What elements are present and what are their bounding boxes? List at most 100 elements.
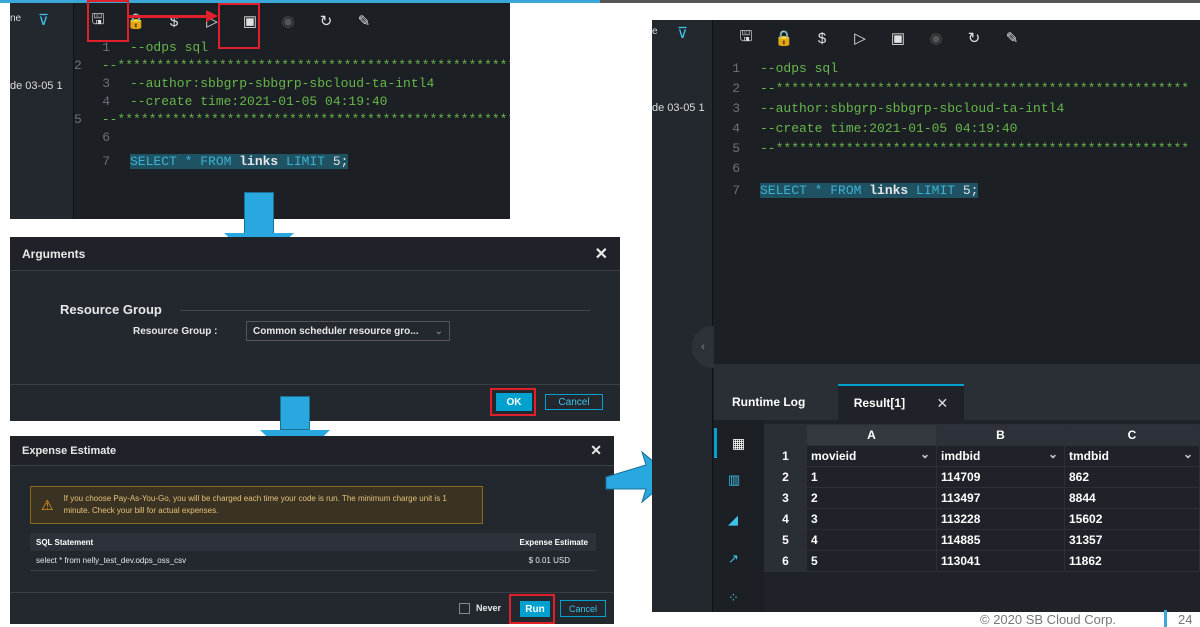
data-cell[interactable]: 4 xyxy=(806,529,937,551)
data-cell[interactable]: 114885 xyxy=(936,529,1065,551)
code-area[interactable]: 1 --odps sql 2 --**************************… xyxy=(74,38,510,170)
filter-icon[interactable]: ⊽ xyxy=(677,24,688,42)
run-highlight-2 xyxy=(509,594,555,624)
resource-group-label: Resource Group : xyxy=(133,326,218,337)
data-cell[interactable]: 113041 xyxy=(936,550,1065,572)
run-icon[interactable]: ▷ xyxy=(852,30,868,47)
close-icon[interactable]: ✕ xyxy=(937,395,949,412)
collapse-handle[interactable]: ‹ xyxy=(692,326,714,368)
code-text: --author:sbbgrp-sbbgrp-sbcloud-ta-intl4 xyxy=(760,100,1065,116)
grid-view-icon[interactable]: ▦ xyxy=(714,428,760,458)
area-chart-icon[interactable]: ◢ xyxy=(728,512,738,528)
format-icon[interactable]: ✎ xyxy=(1004,30,1020,47)
code-line: 6 xyxy=(74,128,510,146)
chevron-down-icon[interactable]: ⌄ xyxy=(1048,447,1058,461)
data-cell[interactable]: 113228 xyxy=(936,508,1065,530)
row-number-cell[interactable]: 6 xyxy=(764,550,807,572)
code-line: 1 --odps sql xyxy=(74,38,510,56)
code-text: --**************************************… xyxy=(760,80,1190,96)
tab-runtime-log[interactable]: Runtime Log xyxy=(732,395,805,409)
table-row[interactable]: 3 2 113497 8844 xyxy=(764,487,1200,509)
data-cell[interactable]: 862 xyxy=(1064,466,1200,488)
row-number-cell[interactable]: 5 xyxy=(764,529,807,551)
estimate-column-header: Expense Estimate xyxy=(519,537,588,547)
cancel-button[interactable]: Cancel xyxy=(545,394,603,410)
filter-icon[interactable]: ⊽ xyxy=(38,11,49,29)
code-text: --**************************************… xyxy=(101,57,510,73)
code-text: --create time:2021-01-05 04:19:40 xyxy=(760,120,1018,136)
table-row: select * from nelly_test_dev.odps_oss_cs… xyxy=(30,551,596,571)
chevron-down-icon[interactable]: ⌄ xyxy=(920,447,930,461)
warning-box: ⚠ If you choose Pay-As-You-Go, you will … xyxy=(30,486,483,524)
save-highlight xyxy=(87,0,129,42)
footer-divider xyxy=(10,384,620,385)
code-area[interactable]: 1 --odps sql 2 --**************************… xyxy=(714,58,1200,200)
data-cell[interactable]: 8844 xyxy=(1064,487,1200,509)
stop-icon[interactable]: ◉ xyxy=(928,30,944,47)
flow-arrow-down-1 xyxy=(244,192,274,234)
table-row[interactable]: 4 3 113228 15602 xyxy=(764,508,1200,530)
row-number-cell[interactable]: 3 xyxy=(764,487,807,509)
data-cell[interactable]: imdbid ⌄ xyxy=(936,445,1065,467)
tab-fragment: e xyxy=(652,26,658,37)
save-icon[interactable]: 🖫 xyxy=(738,28,754,46)
file-date: de 03-05 1 xyxy=(652,102,705,114)
bar-chart-icon[interactable]: ▥ xyxy=(728,472,740,488)
line-number: 6 xyxy=(102,129,110,145)
corner-cell xyxy=(764,424,807,446)
chevron-down-icon: ⌄ xyxy=(434,325,443,337)
run-args-icon[interactable]: ▣ xyxy=(890,30,906,47)
line-number: 6 xyxy=(732,160,740,176)
data-cell[interactable]: 5 xyxy=(806,550,937,572)
lock-icon[interactable]: 🔒 xyxy=(775,30,794,47)
table-row[interactable]: 6 5 113041 11862 xyxy=(764,550,1200,572)
column-header: B xyxy=(936,424,1065,446)
chevron-down-icon[interactable]: ⌄ xyxy=(1183,447,1193,461)
editor-toolbar: 🖫 🔒 $ ▷ ▣ ◉ ↻ ✎ xyxy=(738,26,1020,50)
cancel-button[interactable]: Cancel xyxy=(560,600,606,617)
line-chart-icon[interactable]: ↗ xyxy=(728,551,739,567)
tab-result[interactable]: Result[1] ✕ xyxy=(838,384,964,420)
expense-table: SQL Statement Expense Estimate select * … xyxy=(30,533,596,571)
data-cell[interactable]: movieid ⌄ xyxy=(806,445,937,467)
results-panel: Runtime Log Result[1] ✕ ▦ ▥ ◢ ↗ ⁘ A B C … xyxy=(714,364,1200,612)
data-cell[interactable]: 1 xyxy=(806,466,937,488)
data-cell[interactable]: 31357 xyxy=(1064,529,1200,551)
data-cell[interactable]: 2 xyxy=(806,487,937,509)
run-highlight xyxy=(218,3,260,49)
refresh-icon[interactable]: ↻ xyxy=(318,13,334,30)
line-number: 4 xyxy=(102,93,110,109)
code-line: 2 --*************************************… xyxy=(74,56,510,74)
data-cell[interactable]: 11862 xyxy=(1064,550,1200,572)
footer-divider xyxy=(10,592,614,593)
table-row[interactable]: 1 movieid ⌄ imdbid ⌄ tmdbid ⌄ xyxy=(764,445,1200,467)
table-row[interactable]: 5 4 114885 31357 xyxy=(764,529,1200,551)
format-icon[interactable]: ✎ xyxy=(356,13,372,30)
line-number: 3 xyxy=(102,75,110,91)
data-cell[interactable]: tmdbid ⌄ xyxy=(1064,445,1200,467)
row-number-cell[interactable]: 2 xyxy=(764,466,807,488)
code-text: --**************************************… xyxy=(101,111,510,127)
scatter-chart-icon[interactable]: ⁘ xyxy=(728,590,739,606)
table-row[interactable]: 2 1 114709 862 xyxy=(764,466,1200,488)
refresh-icon[interactable]: ↻ xyxy=(966,30,982,47)
warning-icon: ⚠ xyxy=(41,496,54,513)
result-tab-label: Result[1] xyxy=(853,396,906,410)
data-cell[interactable]: 114709 xyxy=(936,466,1065,488)
resource-group-select[interactable]: Common scheduler resource gro... ⌄ xyxy=(246,321,450,341)
code-line: 2 --*************************************… xyxy=(714,78,1200,98)
never-checkbox[interactable] xyxy=(459,603,470,614)
data-cell[interactable]: 3 xyxy=(806,508,937,530)
stop-icon[interactable]: ◉ xyxy=(280,13,296,30)
data-cell[interactable]: 15602 xyxy=(1064,508,1200,530)
data-cell[interactable]: 113497 xyxy=(936,487,1065,509)
row-number-cell[interactable]: 4 xyxy=(764,508,807,530)
close-icon[interactable]: ✕ xyxy=(590,442,602,459)
row-number-cell[interactable]: 1 xyxy=(764,445,807,467)
flow-arrow-down-2 xyxy=(280,396,310,430)
close-icon[interactable]: ✕ xyxy=(595,244,608,264)
code-text: --create time:2021-01-05 04:19:40 xyxy=(130,93,388,109)
cost-estimate-icon[interactable]: $ xyxy=(814,30,830,47)
code-line: 5 --*************************************… xyxy=(74,110,510,128)
line-number: 2 xyxy=(732,80,740,96)
